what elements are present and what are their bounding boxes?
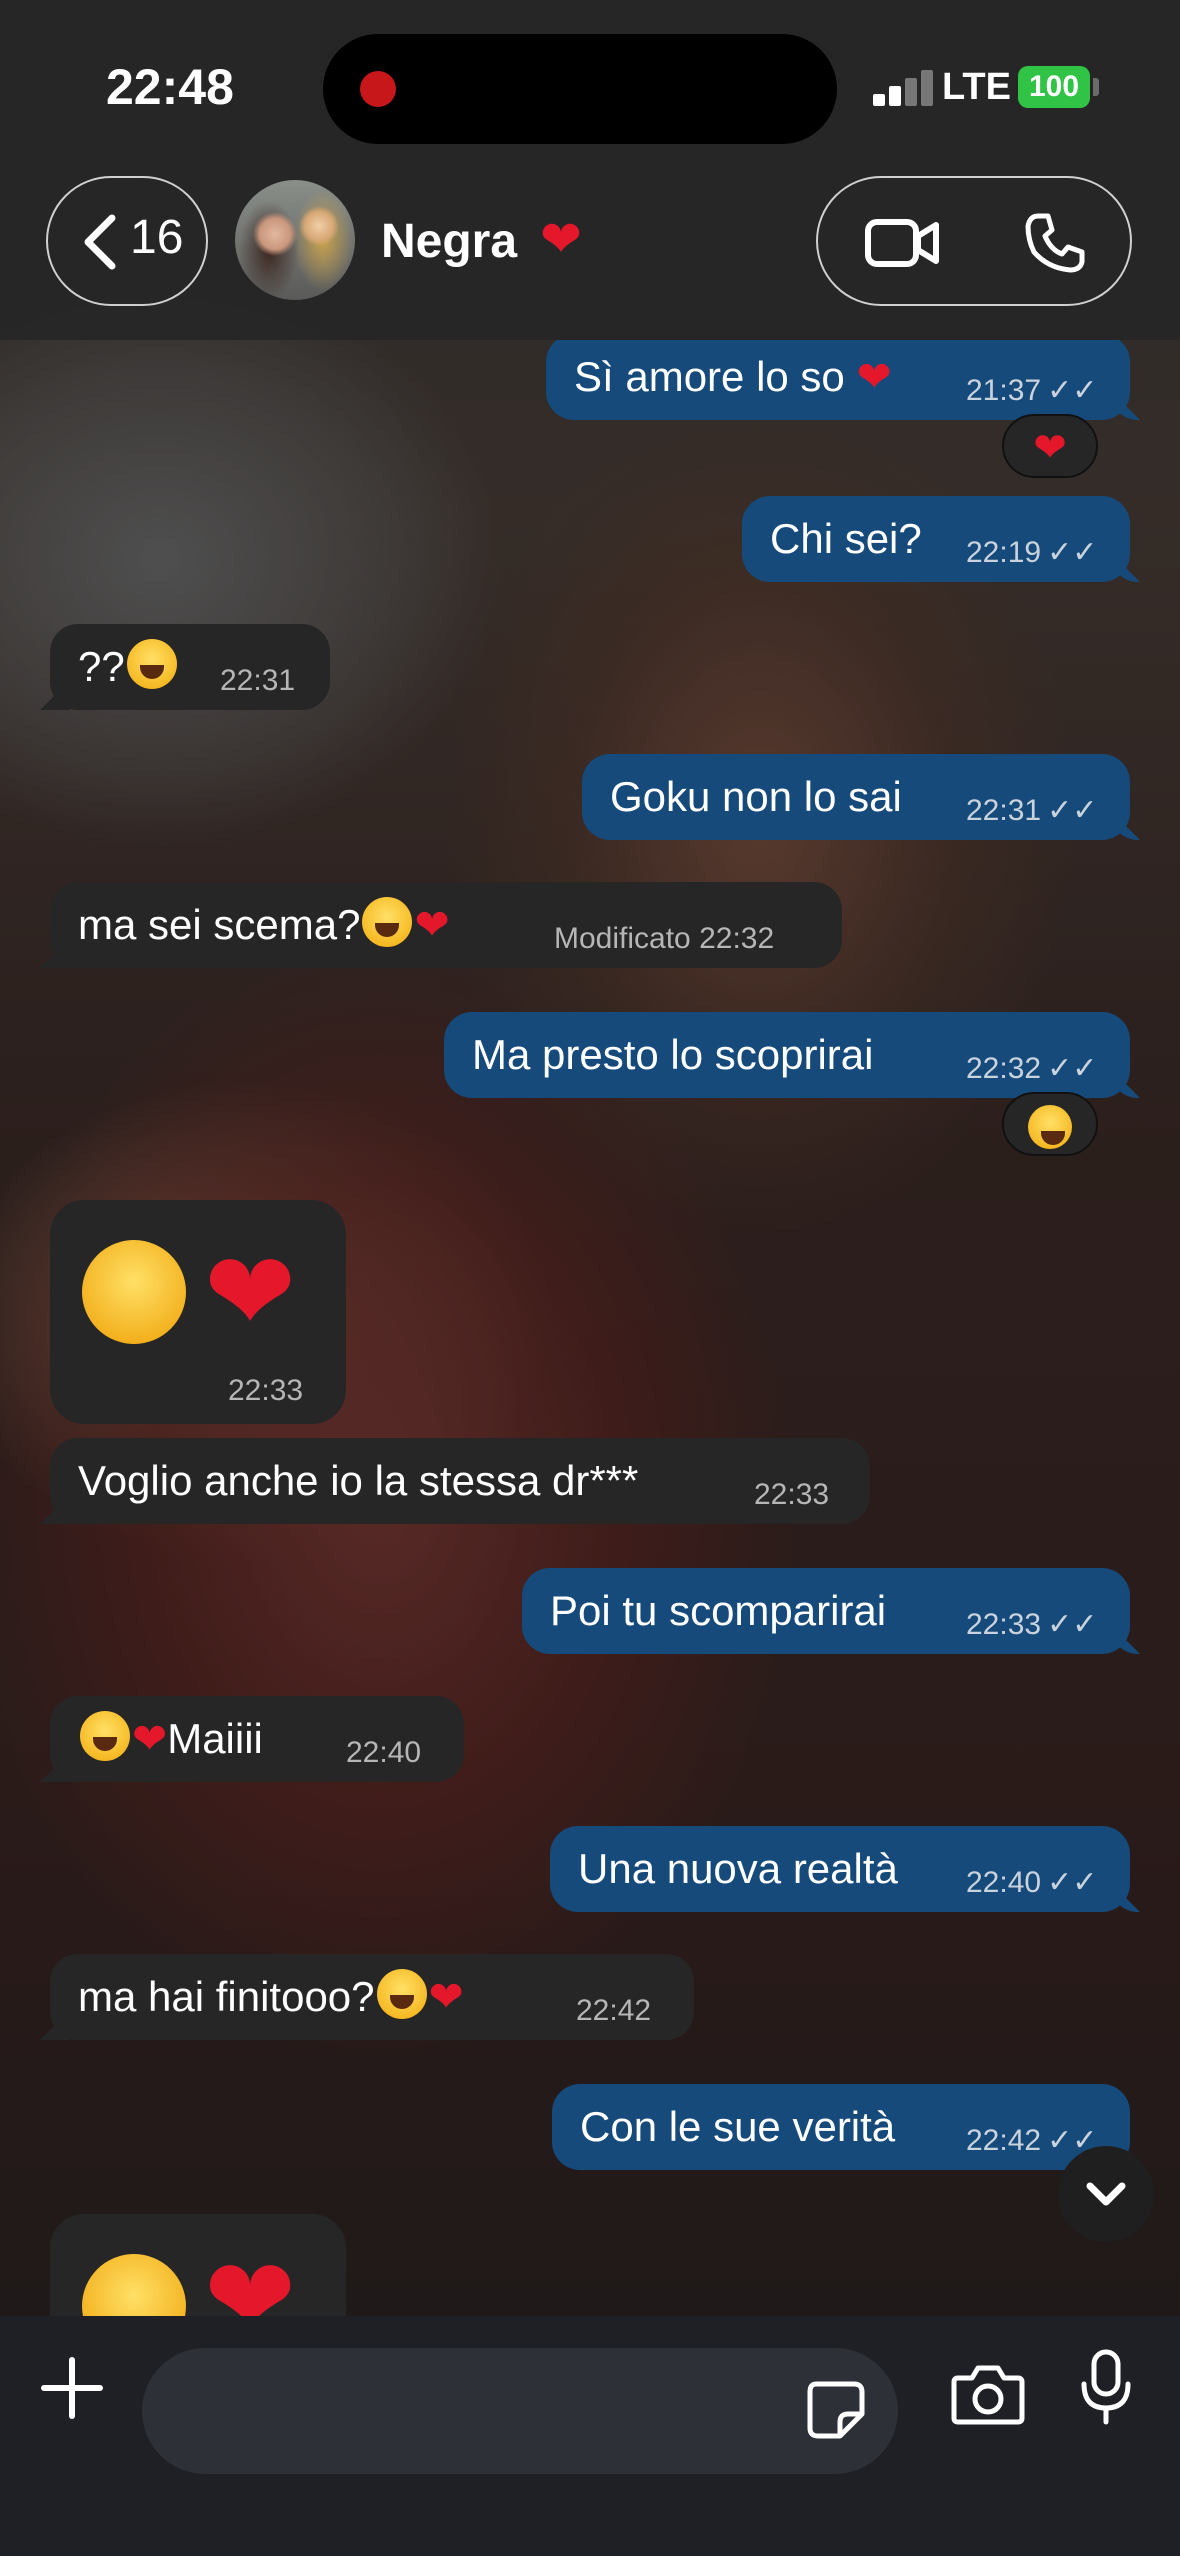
message-time: 22:31 bbox=[966, 794, 1042, 827]
heart-emoji-icon: ❤ bbox=[428, 1973, 464, 2020]
message-outgoing[interactable]: Con le sue verità 22:42 ✓✓ bbox=[552, 2084, 1130, 2170]
message-text: Maiiii bbox=[167, 1715, 263, 1762]
message-input[interactable] bbox=[142, 2348, 898, 2474]
edited-label: Modificato bbox=[554, 922, 691, 955]
message-time: 22:33 bbox=[754, 1478, 830, 1511]
message-reaction[interactable] bbox=[1002, 1092, 1098, 1156]
unread-count: 16 bbox=[130, 211, 184, 264]
read-ticks-icon: ✓✓ bbox=[1047, 1866, 1098, 1899]
phone-icon[interactable] bbox=[1024, 212, 1086, 274]
message-text: ?? bbox=[78, 643, 125, 690]
message-outgoing[interactable]: Poi tu scomparirai 22:33 ✓✓ bbox=[522, 1568, 1130, 1654]
laughing-emoji-icon bbox=[376, 1969, 427, 2019]
message-incoming[interactable]: ❤Maiiii 22:40 bbox=[50, 1696, 464, 1782]
status-time: 22:48 bbox=[106, 59, 234, 115]
signal-icon bbox=[873, 68, 933, 106]
heart-emoji-icon: ❤ bbox=[1033, 426, 1067, 470]
message-text: Goku non lo sai bbox=[610, 773, 902, 820]
message-text: Voglio anche io la stessa dr*** bbox=[78, 1457, 639, 1504]
contact-avatar[interactable] bbox=[235, 180, 355, 300]
video-call-icon[interactable] bbox=[864, 216, 940, 270]
message-time: 22:19 bbox=[966, 536, 1042, 569]
rolling-laughing-emoji-icon bbox=[82, 1240, 186, 1344]
message-text: ma sei scema? bbox=[78, 901, 361, 948]
eye-roll-emoji-icon bbox=[82, 2254, 186, 2316]
message-text: Una nuova realtà bbox=[578, 1845, 898, 1892]
message-time: 22:33 bbox=[966, 1608, 1042, 1641]
message-incoming[interactable]: ?? 22:31 bbox=[50, 624, 330, 710]
laughing-emoji-icon bbox=[362, 897, 413, 947]
message-outgoing[interactable]: Una nuova realtà 22:40 ✓✓ bbox=[550, 1826, 1130, 1912]
message-time: 22:40 bbox=[346, 1736, 422, 1769]
composer-bar bbox=[0, 2316, 1180, 2556]
message-outgoing[interactable]: Ma presto lo scoprirai 22:32 ✓✓ bbox=[444, 1012, 1130, 1098]
battery-icon: 100 bbox=[1018, 66, 1090, 108]
message-incoming[interactable]: ma hai finitooo? ❤ 22:42 bbox=[50, 1954, 694, 2040]
sticker-icon[interactable] bbox=[800, 2374, 870, 2444]
laughing-emoji-icon bbox=[126, 639, 177, 689]
message-time: 21:37 bbox=[966, 374, 1042, 407]
message-time: 22:32 bbox=[966, 1052, 1042, 1085]
message-outgoing[interactable]: Chi sei? 22:19 ✓✓ bbox=[742, 496, 1130, 582]
message-meta: 22:31 ✓✓ bbox=[966, 768, 1097, 854]
message-reaction[interactable]: ❤ bbox=[1002, 414, 1098, 478]
chat-header: 22:48 LTE 100 16 Negra ❤ bbox=[0, 0, 1180, 340]
message-time: 22:42 bbox=[966, 2124, 1042, 2157]
heart-emoji-icon: ❤ bbox=[132, 1715, 168, 1762]
message-incoming[interactable]: Voglio anche io la stessa dr*** 22:33 bbox=[50, 1438, 870, 1524]
message-time: 22:40 bbox=[966, 1866, 1042, 1899]
contact-name[interactable]: Negra bbox=[381, 214, 517, 269]
message-text: Sì amore lo so bbox=[574, 353, 845, 400]
heart-emoji-icon: ❤ bbox=[204, 2237, 297, 2317]
read-ticks-icon: ✓✓ bbox=[1047, 536, 1098, 569]
chevron-down-icon bbox=[1086, 2182, 1126, 2206]
heart-emoji-icon: ❤ bbox=[204, 1231, 297, 1354]
message-meta: 22:19 ✓✓ bbox=[966, 510, 1097, 596]
heart-emoji-icon: ❤ bbox=[540, 211, 582, 267]
message-outgoing[interactable]: Sì amore lo so ❤ 21:37 ✓✓ bbox=[546, 340, 1130, 420]
message-incoming[interactable]: ma sei scema? ❤ Modificato 22:32 bbox=[50, 882, 842, 968]
message-text: Poi tu scomparirai bbox=[550, 1587, 887, 1634]
camera-icon[interactable] bbox=[950, 2362, 1026, 2426]
message-time: 22:31 bbox=[220, 664, 296, 697]
message-time: 22:42 bbox=[576, 1994, 652, 2027]
network-type: LTE bbox=[942, 66, 1011, 108]
heart-emoji-icon: ❤ bbox=[414, 901, 450, 948]
message-incoming[interactable]: ❤ 22:33 bbox=[50, 1200, 346, 1424]
message-list[interactable]: Sì amore lo so ❤ 21:37 ✓✓ ❤ Chi sei? 22:1… bbox=[0, 340, 1180, 2316]
read-ticks-icon: ✓✓ bbox=[1047, 1608, 1098, 1641]
plus-icon[interactable] bbox=[38, 2354, 106, 2422]
scroll-to-bottom-button[interactable] bbox=[1058, 2146, 1154, 2242]
message-meta: 22:40 ✓✓ bbox=[966, 1840, 1097, 1926]
read-ticks-icon: ✓✓ bbox=[1047, 794, 1098, 827]
message-text: ma hai finitooo? bbox=[78, 1973, 375, 2020]
recording-indicator-icon bbox=[360, 71, 396, 107]
message-outgoing[interactable]: Goku non lo sai 22:31 ✓✓ bbox=[582, 754, 1130, 840]
message-meta: 22:33 ✓✓ bbox=[966, 1582, 1097, 1668]
message-meta: Modificato 22:32 bbox=[554, 896, 774, 982]
laughing-emoji-icon bbox=[80, 1711, 130, 1761]
battery-tip bbox=[1093, 78, 1099, 96]
call-actions bbox=[816, 176, 1132, 306]
message-incoming[interactable]: ❤ bbox=[50, 2214, 346, 2316]
laughing-emoji-icon bbox=[1028, 1105, 1072, 1149]
chevron-left-icon bbox=[84, 214, 116, 270]
message-text: Chi sei? bbox=[770, 515, 922, 562]
microphone-icon[interactable] bbox=[1078, 2348, 1134, 2428]
dynamic-island bbox=[323, 34, 837, 144]
message-time: 22:33 bbox=[228, 1374, 304, 1407]
message-text: Ma presto lo scoprirai bbox=[472, 1031, 874, 1078]
back-button[interactable]: 16 bbox=[46, 176, 208, 306]
message-time: 22:32 bbox=[699, 922, 775, 955]
heart-emoji-icon: ❤ bbox=[856, 353, 892, 400]
message-text: Con le sue verità bbox=[580, 2103, 896, 2150]
